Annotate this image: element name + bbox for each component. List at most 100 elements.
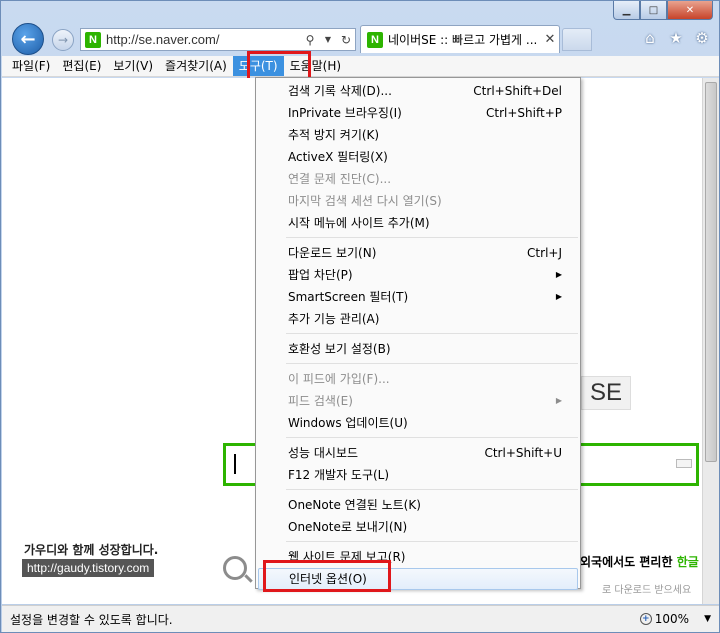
menu-separator (256, 486, 580, 494)
menu-item-label: InPrivate 브라우징(I) (288, 106, 402, 120)
menu-separator (256, 434, 580, 442)
zoom-control[interactable]: + 100% ▼ (639, 612, 711, 626)
back-arrow-icon: ← (20, 28, 36, 50)
menu-item-performance-dashboard[interactable]: 성능 대시보드 Ctrl+Shift+U (256, 442, 580, 464)
address-url[interactable]: http://se.naver.com/ (106, 32, 301, 47)
menu-item-label: SmartScreen 필터(T) (288, 290, 409, 304)
watermark-url: http://gaudy.tistory.com (22, 559, 155, 577)
menu-item-add-to-start[interactable]: 시작 메뉴에 사이트 추가(M) (256, 212, 580, 234)
window-caption-buttons: ▁ □ ✕ (613, 1, 713, 20)
menu-item-shortcut: Ctrl+Shift+Del (473, 84, 562, 98)
menu-item-view-downloads[interactable]: 다운로드 보기(N) Ctrl+J (256, 242, 580, 264)
menu-item-label: 이 피드에 가입(F)... (288, 372, 390, 386)
naver-favicon-icon: N (85, 31, 101, 48)
menu-item-label: 시작 메뉴에 사이트 추가(M) (288, 216, 430, 230)
browser-window: ▁ □ ✕ ← → N http://se.naver.com/ ⚲ ▼ ↻ N… (0, 0, 720, 633)
refresh-icon[interactable]: ↻ (337, 33, 355, 47)
new-tab-button[interactable] (562, 28, 592, 51)
menu-item-windows-update[interactable]: Windows 업데이트(U) (256, 412, 580, 434)
menu-item-label: 피드 검색(E) (288, 394, 353, 408)
status-text: 설정을 변경할 수 있도록 합니다. (10, 612, 173, 627)
submenu-arrow-icon: ▶ (555, 396, 562, 405)
search-icon[interactable]: ⚲ (301, 33, 319, 47)
menu-item-label: OneNote로 보내기(N) (288, 520, 408, 534)
promo-text[interactable]: 외국에서도 편리한 한글 (580, 553, 699, 570)
menu-item-label: F12 개발자 도구(L) (288, 468, 390, 482)
text-caret (234, 454, 236, 474)
vertical-scrollbar[interactable] (702, 78, 719, 604)
menu-edit[interactable]: 편집(E) (56, 56, 107, 76)
menu-item-label: 다운로드 보기(N) (288, 246, 377, 260)
menu-item-label: OneNote 연결된 노트(K) (288, 498, 421, 512)
menu-separator (256, 234, 580, 242)
menu-item-popup-blocker[interactable]: 팝업 차단(P) ▶ (256, 264, 580, 286)
address-bar[interactable]: N http://se.naver.com/ ⚲ ▼ ↻ (80, 28, 356, 51)
menu-item-shortcut: Ctrl+Shift+U (484, 446, 562, 460)
menu-item-label: 추가 기능 관리(A) (288, 312, 380, 326)
submenu-arrow-icon: ▶ (555, 292, 562, 301)
menu-item-manage-addons[interactable]: 추가 기능 관리(A) (256, 308, 580, 330)
highlight-box-internet-options (263, 560, 391, 592)
menu-item-label: 연결 문제 진단(C)... (288, 172, 392, 186)
menu-bar: 파일(F) 편집(E) 보기(V) 즐겨찾기(A) 도구(T) 도움말(H) (2, 56, 719, 77)
menu-item-delete-history[interactable]: 검색 기록 삭제(D)... Ctrl+Shift+Del (256, 80, 580, 102)
submenu-arrow-icon: ▶ (555, 270, 562, 279)
keyboard-icon[interactable] (676, 459, 692, 468)
gear-icon[interactable]: ⚙ (693, 29, 711, 47)
zoom-level: 100% (654, 612, 690, 626)
menu-item-activex-filtering[interactable]: ActiveX 필터링(X) (256, 146, 580, 168)
menu-item-subscribe-feed: 이 피드에 가입(F)... (256, 368, 580, 390)
menu-item-label: 팝업 차단(P) (288, 268, 353, 282)
home-icon[interactable]: ⌂ (641, 29, 659, 47)
menu-item-compatibility-view[interactable]: 호환성 보기 설정(B) (256, 338, 580, 360)
promo-text-a: 외국에서도 편리한 (580, 555, 677, 569)
menu-separator (256, 330, 580, 338)
back-button[interactable]: ← (12, 23, 44, 55)
naver-se-logo: SE (581, 376, 631, 410)
menu-item-diagnose-connection: 연결 문제 진단(C)... (256, 168, 580, 190)
promo-text-b: 한글 (676, 555, 699, 569)
forward-arrow-icon: → (57, 33, 69, 47)
menu-view[interactable]: 보기(V) (107, 56, 159, 76)
dropdown-arrow-icon[interactable]: ▼ (319, 35, 337, 44)
menu-item-send-to-onenote[interactable]: OneNote로 보내기(N) (256, 516, 580, 538)
menu-item-label: 추적 방지 켜기(K) (288, 128, 380, 142)
naver-favicon-icon: N (367, 31, 383, 48)
scrollbar-thumb[interactable] (705, 82, 717, 462)
tab-title: 네이버SE :: 빠르고 가볍게 ... (388, 33, 538, 47)
menu-item-smartscreen[interactable]: SmartScreen 필터(T) ▶ (256, 286, 580, 308)
menu-item-f12-devtools[interactable]: F12 개발자 도구(L) (256, 464, 580, 486)
favorites-star-icon[interactable]: ★ (667, 29, 685, 47)
toolbar-right-icons: ⌂ ★ ⚙ (641, 29, 711, 47)
zoom-dropdown-icon[interactable]: ▼ (704, 614, 711, 624)
menu-item-reopen-session: 마지막 검색 세션 다시 열기(S) (256, 190, 580, 212)
menu-file[interactable]: 파일(F) (6, 56, 56, 76)
menu-item-feed-discovery: 피드 검색(E) ▶ (256, 390, 580, 412)
status-bar: 설정을 변경할 수 있도록 합니다. + 100% ▼ (2, 605, 719, 632)
close-button[interactable]: ✕ (667, 1, 713, 20)
menu-item-label: Windows 업데이트(U) (288, 416, 408, 430)
menu-separator (256, 360, 580, 368)
magnifier-handle (244, 574, 253, 583)
menu-item-onenote-linked[interactable]: OneNote 연결된 노트(K) (256, 494, 580, 516)
menu-item-label: ActiveX 필터링(X) (288, 150, 388, 164)
forward-button[interactable]: → (52, 29, 74, 51)
watermark-caption: 가우디와 함께 성장합니다. (24, 543, 159, 557)
menu-item-label: 성능 대시보드 (288, 446, 359, 460)
menu-item-tracking-protection[interactable]: 추적 방지 켜기(K) (256, 124, 580, 146)
menu-item-shortcut: Ctrl+Shift+P (486, 106, 562, 120)
menu-item-inprivate[interactable]: InPrivate 브라우징(I) Ctrl+Shift+P (256, 102, 580, 124)
menu-favorites[interactable]: 즐겨찾기(A) (159, 56, 233, 76)
menu-item-shortcut: Ctrl+J (527, 246, 562, 260)
menu-item-label: 호환성 보기 설정(B) (288, 342, 391, 356)
menu-item-label: 마지막 검색 세션 다시 열기(S) (288, 194, 442, 208)
minimize-button[interactable]: ▁ (613, 1, 640, 20)
menu-separator (256, 538, 580, 546)
maximize-button[interactable]: □ (640, 1, 667, 20)
menu-item-label: 검색 기록 삭제(D)... (288, 84, 392, 98)
navigation-bar: ← → N http://se.naver.com/ ⚲ ▼ ↻ N 네이버SE… (1, 21, 719, 55)
promo-subtext: 로 다운로드 받으세요 (602, 585, 692, 596)
tools-dropdown-menu: 검색 기록 삭제(D)... Ctrl+Shift+Del InPrivate 브… (255, 77, 581, 590)
tab-close-icon[interactable]: ✕ (541, 32, 559, 47)
browser-tab[interactable]: N 네이버SE :: 빠르고 가볍게 ... ✕ (360, 25, 560, 53)
